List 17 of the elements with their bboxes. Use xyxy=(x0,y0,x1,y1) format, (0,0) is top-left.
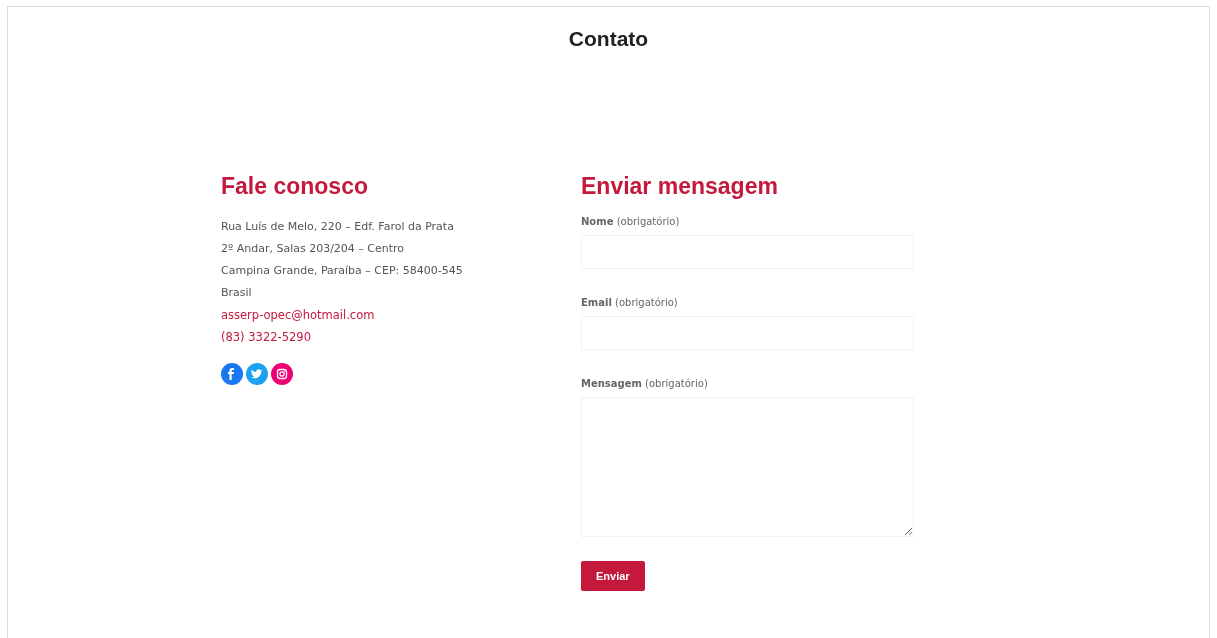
section-heading: Fale conosco xyxy=(221,173,368,200)
submit-button[interactable]: Enviar xyxy=(581,561,645,591)
address-line: Brasil xyxy=(221,285,253,301)
facebook-icon[interactable] xyxy=(221,363,243,385)
field-label: Email (obrigatório) xyxy=(581,297,678,308)
address-line: Campina Grande, Paraíba – CEP: 58400-545 xyxy=(221,263,463,279)
twitter-icon[interactable] xyxy=(246,363,268,385)
message-field[interactable] xyxy=(581,397,914,537)
address-line: Rua Luís de Melo, 220 – Edf. Farol da Prata xyxy=(221,219,455,235)
email-link[interactable]: asserp-opec@hotmail.com xyxy=(221,304,375,326)
instagram-icon[interactable] xyxy=(271,363,293,385)
section-heading: Enviar mensagem xyxy=(581,173,778,200)
address-line: 2º Andar, Salas 203/204 – Centro xyxy=(221,241,406,257)
field-label: Nome (obrigatório) xyxy=(581,216,680,227)
page-title: Contato xyxy=(567,27,650,51)
field-label: Mensagem (obrigatório) xyxy=(581,378,708,389)
phone-link[interactable]: (83) 3322-5290 xyxy=(221,326,375,348)
